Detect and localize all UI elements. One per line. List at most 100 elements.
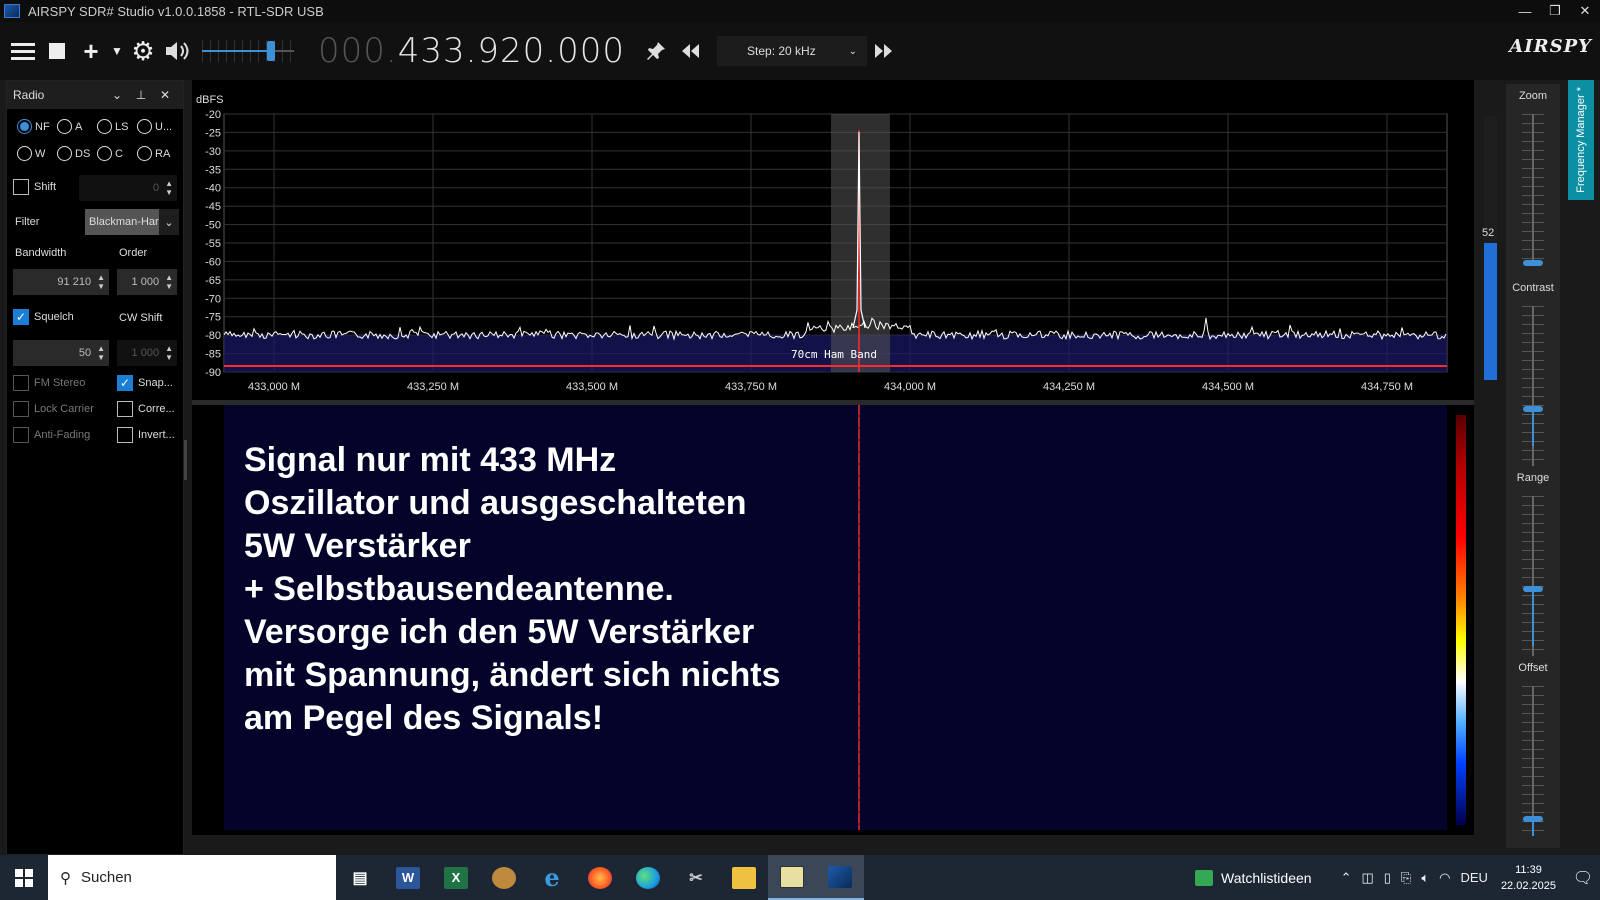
pin-icon[interactable]: ⊥ [129, 88, 153, 102]
notification-center-icon[interactable]: 🗨︎ [1566, 868, 1600, 888]
chevron-down-icon[interactable]: ⌄ [105, 88, 129, 102]
file-explorer-icon[interactable] [720, 855, 768, 900]
language-indicator[interactable]: DEU [1460, 870, 1487, 885]
task-view-icon[interactable]: ▤ [336, 855, 384, 900]
step-size-select[interactable]: Step: 20 kHz ⌄ [717, 36, 868, 66]
stop-button[interactable] [40, 34, 74, 68]
mode-radio-ds[interactable]: DS [57, 146, 97, 161]
internet-explorer-icon[interactable]: e [528, 855, 576, 900]
sdr-app-taskbar-icon[interactable] [816, 855, 864, 900]
waterfall-area[interactable]: Signal nur mit 433 MHz Oszillator und au… [224, 405, 1447, 830]
spin-arrows-icon[interactable]: ▲ ▼ [165, 344, 173, 362]
windows-logo-icon [15, 868, 33, 887]
spin-arrows-icon[interactable]: ▲ ▼ [165, 179, 173, 197]
spin-arrows-icon[interactable]: ▲ ▼ [97, 344, 105, 362]
radio-dot[interactable] [57, 119, 72, 134]
mode-radio-w[interactable]: W [17, 146, 57, 161]
zoom-slider-thumb[interactable] [1523, 260, 1543, 266]
add-icon[interactable]: + [74, 34, 108, 68]
mode-radio-a[interactable]: A [57, 119, 97, 134]
network-adapter-icon[interactable]: ⎘ [1401, 870, 1411, 886]
radio-dot[interactable] [97, 119, 112, 134]
firefox-icon[interactable] [576, 855, 624, 900]
start-button[interactable] [0, 855, 48, 900]
watchlist-widget[interactable]: Watchlistideen [1195, 869, 1312, 886]
lock-carrier-checkbox[interactable] [13, 401, 29, 417]
mode-radio-u[interactable]: U... [137, 119, 177, 134]
gear-icon[interactable]: ⚙ [126, 34, 160, 68]
order-input[interactable]: 1 000 ▲ ▼ [117, 269, 177, 295]
close-icon[interactable]: ✕ [153, 88, 177, 102]
minimize-button[interactable]: — [1510, 4, 1540, 19]
chevron-up-icon[interactable]: ⌃ [1341, 870, 1352, 886]
spin-arrows-icon[interactable]: ▲ ▼ [165, 273, 173, 291]
circuit-app-icon[interactable] [768, 855, 816, 900]
frequency-display[interactable]: 000.433.920.000 [318, 31, 625, 71]
squelch-input[interactable]: 50 ▲ ▼ [13, 340, 109, 366]
meet-now-icon[interactable]: ◫ [1361, 870, 1373, 886]
contrast-slider-thumb[interactable] [1523, 406, 1543, 412]
spectrum-analyzer[interactable]: dBFS -20 -25 -30 -35 -40 -45 -50 -55 -60 -65 -70 -75… [192, 80, 1474, 400]
squelch-label: Squelch [34, 311, 74, 323]
radio-dot[interactable] [17, 146, 32, 161]
radio-dot[interactable] [17, 119, 32, 134]
fm-stereo-checkbox[interactable] [13, 375, 29, 391]
wifi-icon[interactable]: ◠ [1439, 870, 1450, 886]
offset-slider[interactable] [1506, 686, 1560, 836]
pin-icon[interactable] [639, 34, 673, 68]
step-back-icon[interactable] [673, 34, 707, 68]
frequency-manager-tab[interactable]: Frequency Manager * [1568, 80, 1594, 200]
invert-checkbox[interactable] [117, 427, 133, 443]
range-slider-thumb[interactable] [1523, 586, 1543, 592]
filter-value: Blackman-Har [89, 216, 159, 228]
contrast-slider[interactable] [1506, 306, 1560, 466]
speaker-icon[interactable] [160, 34, 194, 68]
anti-fading-checkbox[interactable] [13, 427, 29, 443]
bandwidth-input[interactable]: 91 210 ▲ ▼ [13, 269, 109, 295]
waterfall-display[interactable]: Signal nur mit 433 MHz Oszillator und au… [192, 405, 1474, 835]
volume-icon[interactable]: 🔈︎ [1421, 870, 1429, 886]
spin-arrows-icon[interactable]: ▲ ▼ [97, 273, 105, 291]
taskbar-search-box[interactable]: ⚲ Suchen [48, 855, 336, 900]
snap-checkbox[interactable]: ✓ [117, 375, 133, 391]
clock[interactable]: 11:39 22.02.2025 [1501, 862, 1556, 894]
radio-dot[interactable] [137, 146, 152, 161]
zoom-slider[interactable] [1506, 114, 1560, 266]
restore-button[interactable]: ❐ [1540, 3, 1570, 19]
chevron-down-icon[interactable]: ▼ [108, 34, 126, 68]
close-window-button[interactable]: ✕ [1570, 3, 1600, 19]
paint-app-icon[interactable] [480, 855, 528, 900]
excel-app-icon[interactable]: X [432, 855, 480, 900]
y-tick-label: -60 [205, 256, 221, 268]
filter-select[interactable]: Blackman-Har ⌄ [85, 209, 179, 235]
edge-icon[interactable] [624, 855, 672, 900]
mode-radio-nf[interactable]: NF [17, 119, 57, 134]
shift-checkbox[interactable] [13, 179, 29, 195]
snipping-tool-icon[interactable]: ✂ [672, 855, 720, 900]
volume-slider-thumb[interactable] [267, 41, 275, 61]
word-app-icon[interactable]: W [384, 855, 432, 900]
squelch-checkbox[interactable]: ✓ [13, 309, 29, 325]
lock-carrier-row: Lock Carrier [13, 401, 94, 417]
offset-slider-thumb[interactable] [1523, 816, 1543, 822]
hamburger-menu-icon[interactable] [6, 34, 40, 68]
shift-input[interactable]: 0 ▲ ▼ [79, 175, 177, 201]
shift-label: Shift [34, 181, 57, 193]
volume-slider[interactable] [198, 34, 298, 68]
mode-radio-ls[interactable]: LS [97, 119, 137, 134]
radio-dot[interactable] [57, 146, 72, 161]
usb-icon[interactable]: ▯ [1384, 870, 1391, 886]
airspy-logo: AIRSPY [1509, 36, 1592, 57]
cw-shift-input[interactable]: 1 000 ▲ ▼ [117, 340, 177, 366]
range-slider[interactable] [1506, 496, 1560, 656]
mode-radio-ra[interactable]: RA [137, 146, 177, 161]
panel-splitter-handle[interactable] [184, 440, 187, 480]
step-forward-icon[interactable] [867, 34, 901, 68]
frequency-value[interactable]: 433.920.000 [398, 31, 625, 71]
correct-checkbox[interactable] [117, 401, 133, 417]
radio-dot[interactable] [97, 146, 112, 161]
radio-dot[interactable] [137, 119, 152, 134]
clock-date: 22.02.2025 [1500, 879, 1556, 892]
mode-radio-c[interactable]: C [97, 146, 137, 161]
spectrum-plot[interactable]: dBFS -20 -25 -30 -35 -40 -45 -50 -55 -60 -65 -70 -75… [192, 80, 1474, 400]
